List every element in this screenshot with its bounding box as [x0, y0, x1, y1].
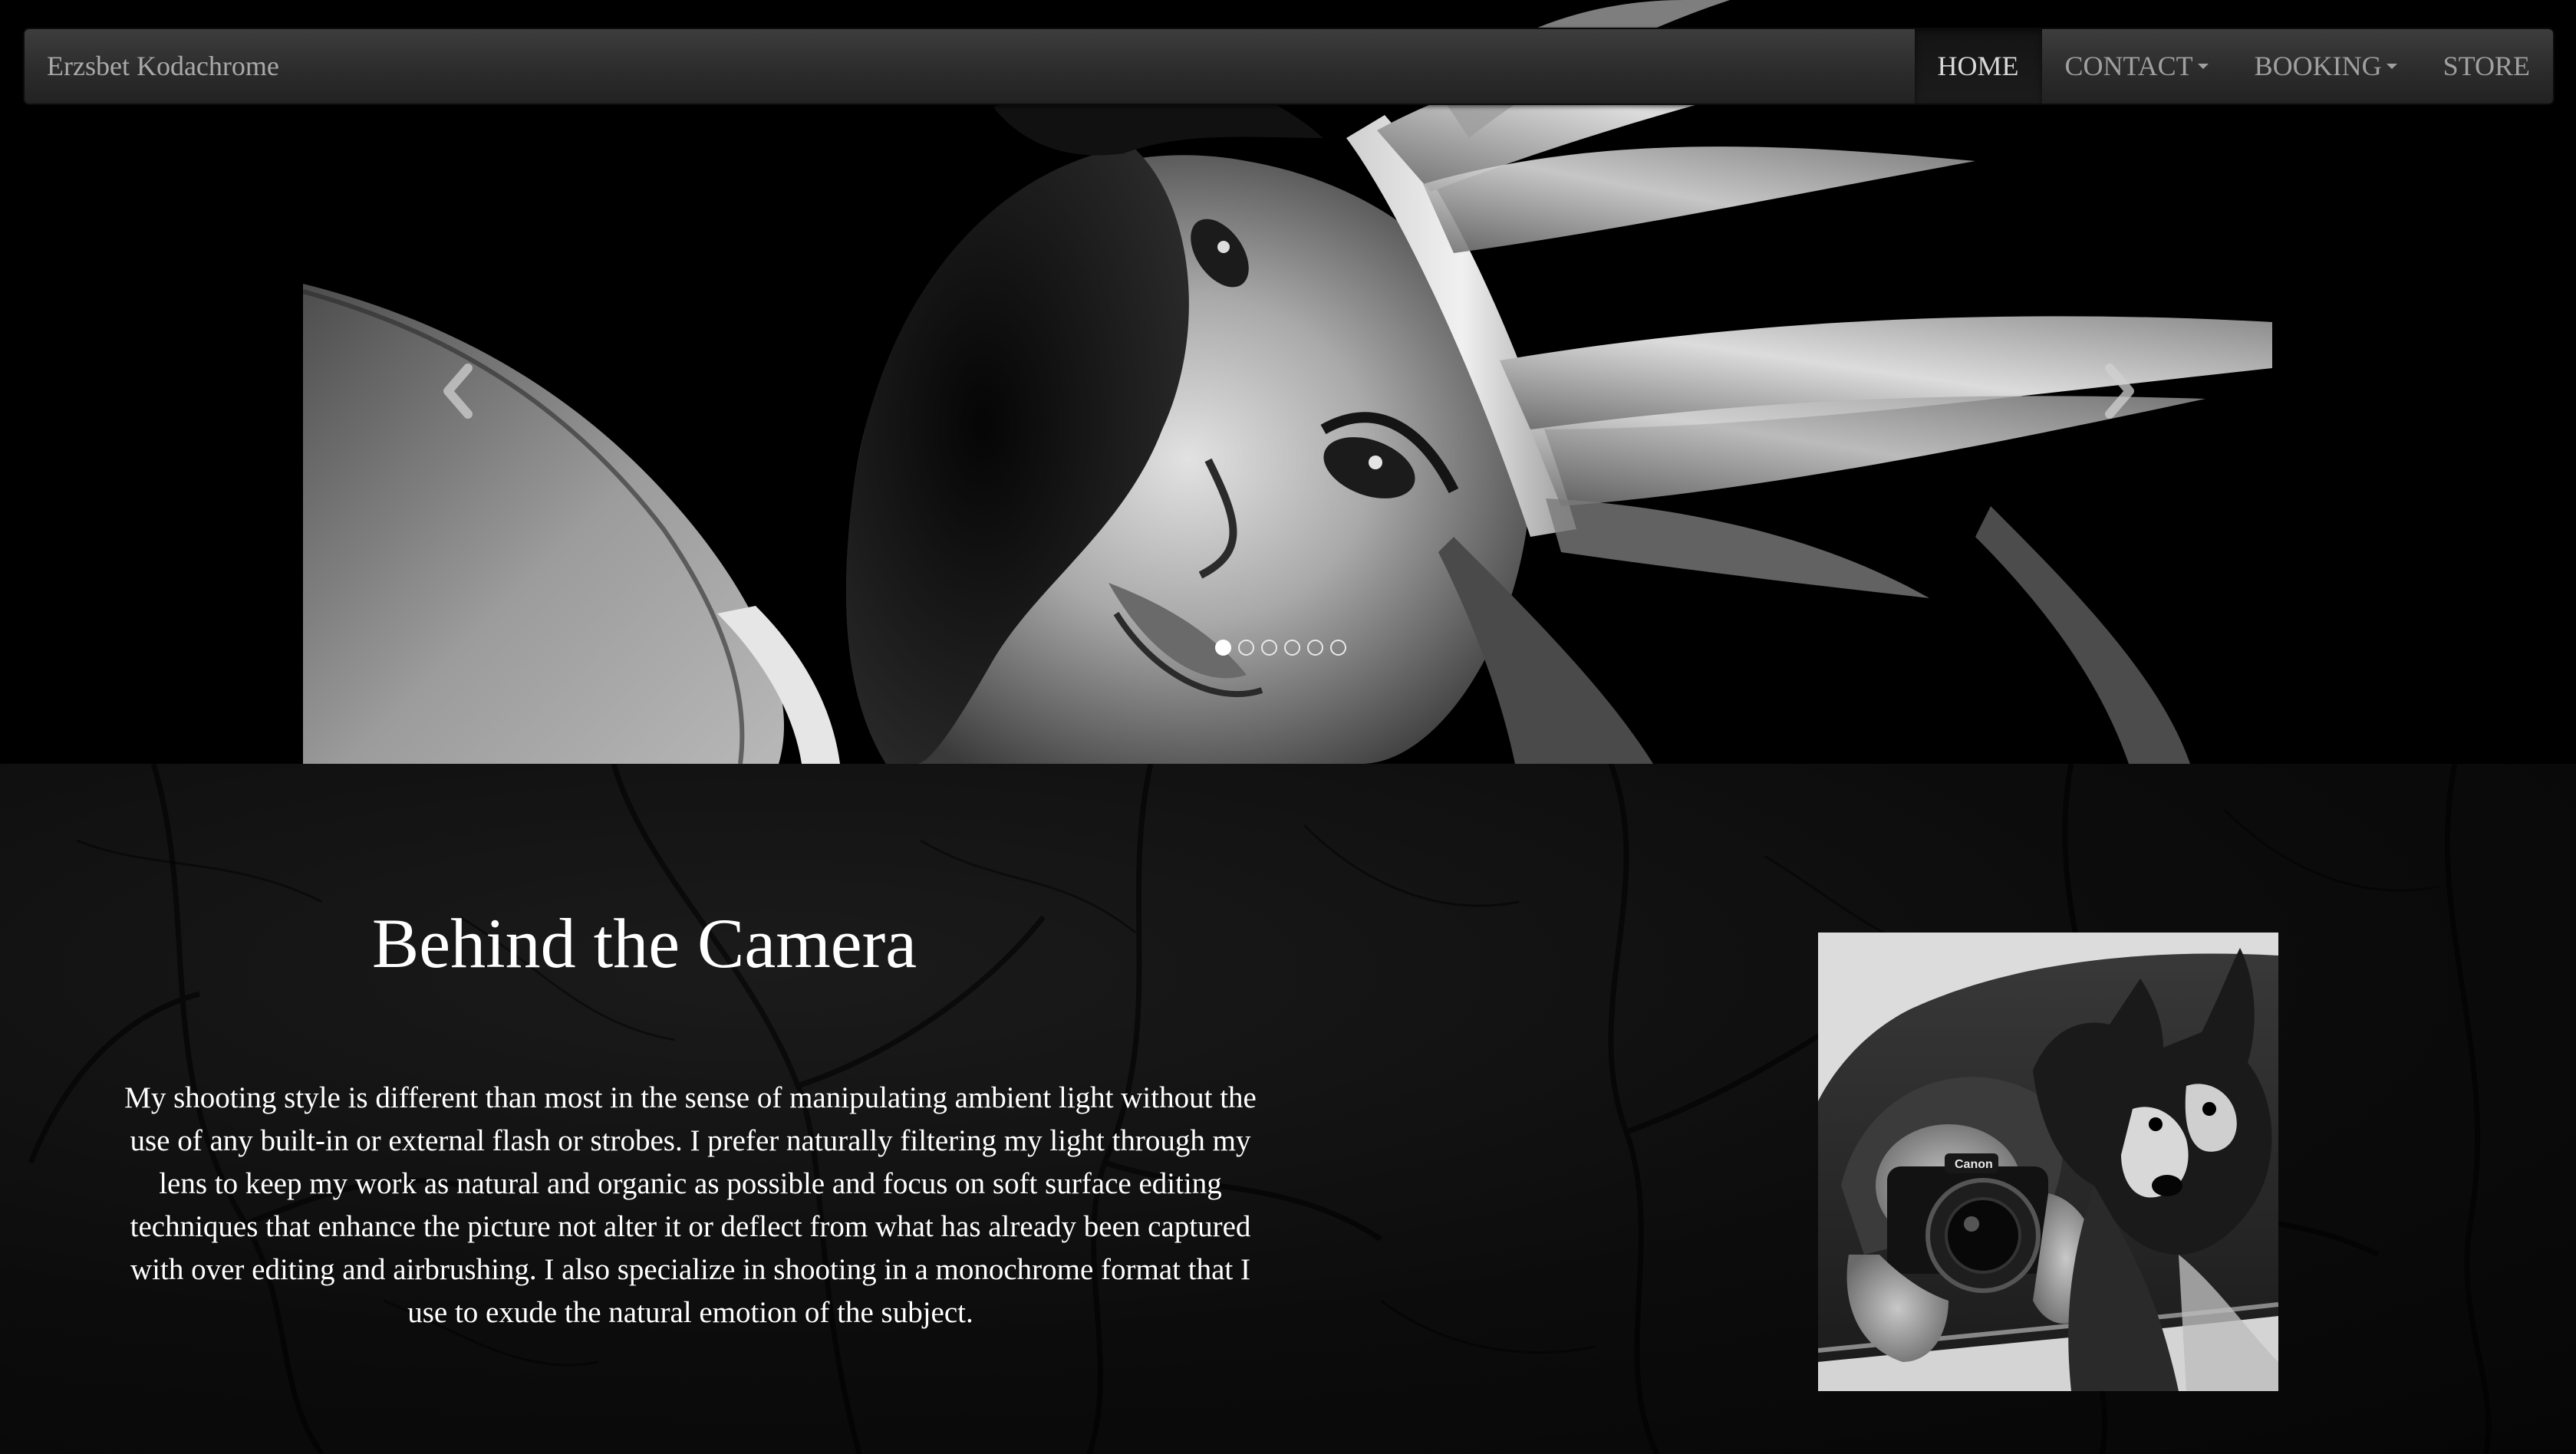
nav-item-label: CONTACT	[2064, 51, 2193, 81]
section-title: Behind the Camera	[371, 904, 917, 982]
nav-item-label: STORE	[2443, 51, 2530, 81]
hero-carousel[interactable]	[0, 0, 2576, 764]
carousel-prev-icon[interactable]	[434, 360, 480, 422]
nav-menu: HOME CONTACT BOOKING STORE	[1914, 29, 2554, 104]
carousel-indicator-4[interactable]	[1284, 640, 1300, 656]
about-paragraph: My shooting style is different than most…	[124, 1081, 1257, 1329]
carousel-indicator-3[interactable]	[1261, 640, 1277, 656]
brand-link[interactable]: Erzsbet Kodachrome	[47, 29, 279, 104]
nav-item-label: BOOKING	[2254, 51, 2382, 81]
svg-text:Canon: Canon	[1955, 1158, 1993, 1171]
carousel-indicator-1[interactable]	[1215, 640, 1231, 656]
nav-item-store[interactable]: STORE	[2420, 29, 2553, 104]
top-navbar: Erzsbet Kodachrome HOME CONTACT BOOKING …	[23, 28, 2555, 105]
page: Erzsbet Kodachrome HOME CONTACT BOOKING …	[0, 0, 2576, 1454]
photographer-with-dog-photo: Canon	[1818, 933, 2278, 1391]
caret-down-icon	[2197, 64, 2209, 69]
about-section: Behind the Camera My shooting style is d…	[0, 764, 2576, 1454]
carousel-indicator-5[interactable]	[1307, 640, 1323, 656]
carousel-next-icon[interactable]	[2097, 360, 2143, 422]
carousel-indicator-2[interactable]	[1238, 640, 1254, 656]
nav-item-contact[interactable]: CONTACT	[2042, 29, 2232, 104]
carousel-indicator-6[interactable]	[1330, 640, 1346, 656]
caret-down-icon	[2386, 64, 2397, 69]
nav-item-home[interactable]: HOME	[1914, 29, 2042, 104]
nav-item-label: HOME	[1937, 51, 2019, 81]
nav-item-booking[interactable]: BOOKING	[2232, 29, 2420, 104]
carousel-indicators	[1215, 640, 1346, 656]
